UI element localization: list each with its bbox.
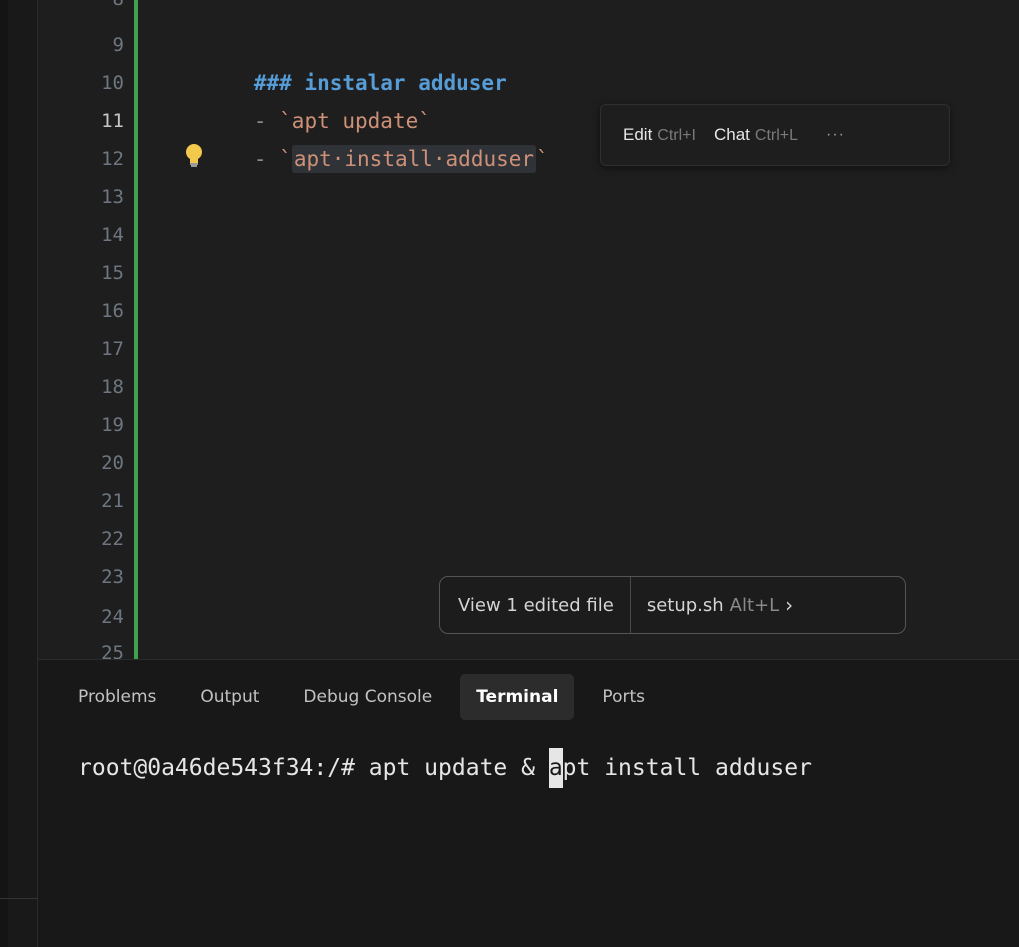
editor-pane[interactable]: 8 9 10 11 12 13 14 15 16 17 18 19 20 21 … xyxy=(38,0,1019,659)
chat-button[interactable]: Chat Ctrl+L xyxy=(714,125,798,145)
terminal-command: apt update & xyxy=(368,755,549,781)
tab-terminal[interactable]: Terminal xyxy=(460,674,575,720)
edit-button[interactable]: Edit Ctrl+I xyxy=(623,125,696,145)
terminal-input-line[interactable]: root@0a46de543f34:/# apt update & a pt in… xyxy=(78,748,812,788)
tab-debug-console[interactable]: Debug Console xyxy=(287,674,448,720)
inline-ai-toolbar: Edit Ctrl+I Chat Ctrl+L ··· xyxy=(600,104,950,166)
line-number: 9 xyxy=(112,34,124,56)
line-number: 10 xyxy=(101,72,124,94)
line-number: 20 xyxy=(101,452,124,474)
open-edited-file-button[interactable]: setup.sh Alt+L › xyxy=(631,593,801,617)
diff-added-indicator xyxy=(134,0,138,659)
window-edge xyxy=(0,0,8,947)
activity-bar xyxy=(0,0,38,947)
edited-file-shortcut: Alt+L xyxy=(729,594,780,616)
line-number: 24 xyxy=(101,606,124,628)
line-number: 8 xyxy=(38,0,124,18)
activity-bar-divider xyxy=(0,898,38,899)
tab-output[interactable]: Output xyxy=(184,674,275,720)
edit-label: Edit xyxy=(623,125,653,144)
code-line[interactable]: - `apt update` xyxy=(178,64,431,133)
inline-code-tick: ` xyxy=(536,147,549,171)
line-number: 19 xyxy=(101,414,124,436)
line-number: 14 xyxy=(101,224,124,246)
edit-shortcut: Ctrl+I xyxy=(657,127,696,144)
selected-text[interactable]: apt·install·adduser xyxy=(291,145,537,173)
bottom-panel: Problems Output Debug Console Terminal P… xyxy=(38,659,1019,947)
line-number: 15 xyxy=(101,262,124,284)
chat-label: Chat xyxy=(713,125,750,144)
chevron-right-icon: › xyxy=(785,593,794,617)
terminal-command-rest: pt install adduser xyxy=(562,755,812,781)
lightbulb-icon[interactable] xyxy=(185,143,203,169)
line-number: 21 xyxy=(101,490,124,512)
more-actions-button[interactable]: ··· xyxy=(826,126,845,144)
line-number: 18 xyxy=(101,376,124,398)
view-edited-files-button[interactable]: View 1 edited file xyxy=(440,577,631,633)
code-line-active[interactable]: - `apt·install·adduser` xyxy=(178,102,549,173)
inline-code-tick: ` xyxy=(279,147,292,171)
edited-files-pill: View 1 edited file setup.sh Alt+L › xyxy=(439,576,906,634)
line-number: 25 xyxy=(101,642,124,659)
terminal-cursor: a xyxy=(548,748,563,788)
line-number: 22 xyxy=(101,528,124,550)
edited-file-name: setup.sh xyxy=(646,594,724,616)
terminal-prompt: root@0a46de543f34:/# xyxy=(78,755,369,781)
code-line[interactable]: ### instalar adduser xyxy=(178,26,507,95)
line-number: 12 xyxy=(101,148,124,170)
vscode-window: 8 9 10 11 12 13 14 15 16 17 18 19 20 21 … xyxy=(0,0,1019,947)
tab-problems[interactable]: Problems xyxy=(78,674,172,720)
line-number: 13 xyxy=(101,186,124,208)
panel-tab-bar: Problems Output Debug Console Terminal P… xyxy=(78,674,673,720)
chat-shortcut: Ctrl+L xyxy=(754,127,799,144)
line-number: 17 xyxy=(101,338,124,360)
line-number: 16 xyxy=(101,300,124,322)
line-number-gutter: 8 9 10 11 12 13 14 15 16 17 18 19 20 21 … xyxy=(38,0,124,659)
tab-ports[interactable]: Ports xyxy=(586,674,661,720)
view-edited-files-label: View 1 edited file xyxy=(458,594,614,616)
list-marker: - xyxy=(253,147,280,171)
line-number-active: 11 xyxy=(101,110,124,132)
line-number: 23 xyxy=(101,566,124,588)
